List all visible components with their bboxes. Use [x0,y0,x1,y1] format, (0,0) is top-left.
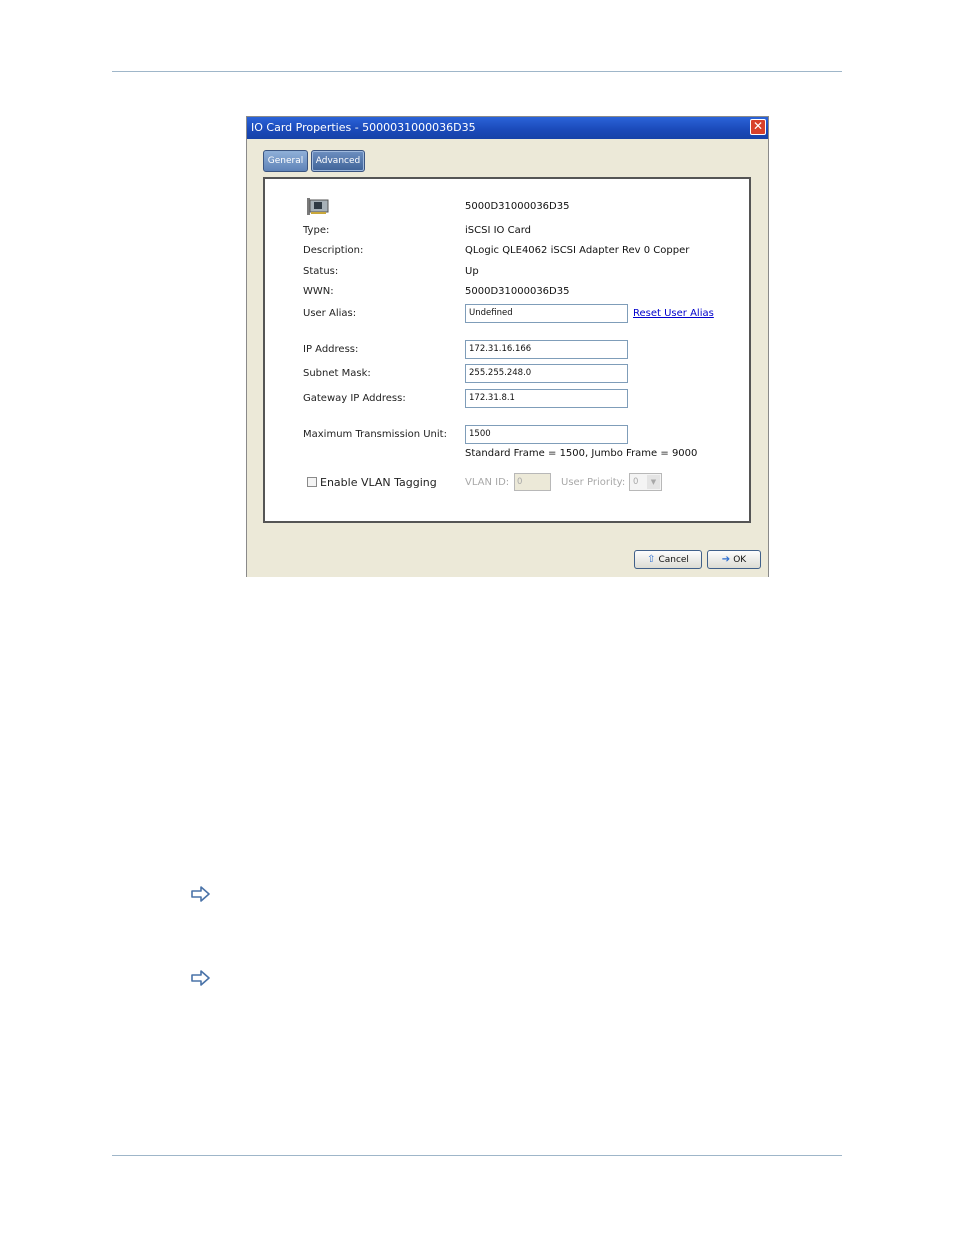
wwn-value: 5000D31000036D35 [465,286,570,297]
user-alias-field[interactable]: Undefined [465,304,628,323]
enable-vlan-label: Enable VLAN Tagging [320,476,437,489]
close-icon[interactable]: ✕ [750,119,766,135]
ip-address-label: IP Address: [303,344,359,355]
right-arrow-icon: ➔ [721,554,731,565]
description-label: Description: [303,245,364,256]
type-value: iSCSI IO Card [465,225,531,236]
status-value: Up [465,266,479,277]
ok-button[interactable]: ➔ OK [707,550,761,569]
type-label: Type: [303,225,330,236]
mtu-note: Standard Frame = 1500, Jumbo Frame = 900… [465,448,698,459]
user-alias-label: User Alias: [303,308,357,319]
tab-advanced[interactable]: Advanced [311,150,365,172]
dialog-title: IO Card Properties - 5000031000036D35 [251,121,476,134]
header-rule [112,71,842,72]
dialog-titlebar: IO Card Properties - 5000031000036D35 ✕ [247,117,768,139]
cancel-label: Cancel [658,555,689,565]
advanced-panel: 5000D31000036D35 Type: iSCSI IO Card Des… [263,177,751,523]
reset-user-alias-link[interactable]: Reset User Alias [633,308,714,319]
ip-address-field[interactable]: 172.31.16.166 [465,340,628,359]
tab-general[interactable]: General [263,150,308,172]
footer-rule [112,1155,842,1156]
mtu-field[interactable]: 1500 [465,425,628,444]
ok-label: OK [733,555,747,565]
note-arrow-icon [191,886,210,902]
subnet-mask-label: Subnet Mask: [303,368,371,379]
mtu-label: Maximum Transmission Unit: [303,429,447,440]
vlan-id-label: VLAN ID: [465,477,510,488]
gateway-label: Gateway IP Address: [303,393,406,404]
subnet-mask-field[interactable]: 255.255.248.0 [465,364,628,383]
vlan-id-field[interactable]: 0 [514,473,551,491]
cancel-button[interactable]: ⇧ Cancel [634,550,702,569]
gateway-field[interactable]: 172.31.8.1 [465,389,628,408]
up-arrow-icon: ⇧ [647,554,656,565]
card-id-value: 5000D31000036D35 [465,201,570,212]
user-priority-select[interactable]: 0 ▼ [629,473,662,491]
wwn-label: WWN: [303,286,334,297]
chevron-down-icon: ▼ [647,475,660,489]
io-card-properties-dialog: IO Card Properties - 5000031000036D35 ✕ … [246,116,769,577]
description-value: QLogic QLE4062 iSCSI Adapter Rev 0 Coppe… [465,245,690,256]
user-priority-label: User Priority: [561,477,626,488]
note-arrow-icon [191,970,210,986]
enable-vlan-checkbox[interactable] [307,477,317,487]
user-priority-value: 0 [633,477,639,487]
status-label: Status: [303,266,339,277]
io-card-icon [307,198,329,215]
